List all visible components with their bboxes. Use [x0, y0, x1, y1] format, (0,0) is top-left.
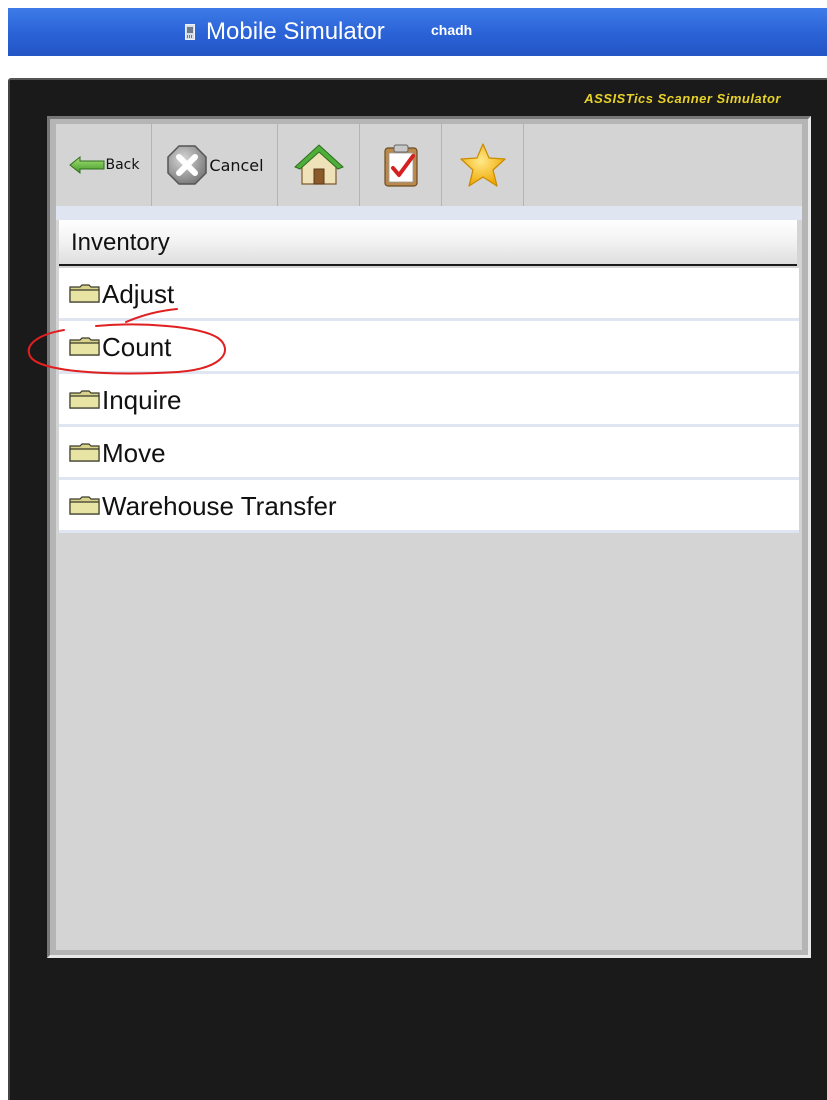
menu-item-move[interactable]: Move	[59, 427, 799, 480]
cancel-button[interactable]: Cancel	[152, 124, 278, 206]
menu-title: Inventory	[71, 229, 170, 256]
folder-icon	[69, 390, 100, 409]
folder-icon	[69, 496, 100, 515]
favorites-button[interactable]	[442, 124, 524, 206]
menu-item-label: Move	[102, 438, 166, 468]
menu-list: Adjust Count Inquire Move Warehouse Tran…	[59, 268, 799, 533]
star-icon	[459, 143, 506, 187]
window-titlebar: Mobile Simulator chadh	[8, 8, 827, 56]
menu-item-warehouse-transfer[interactable]: Warehouse Transfer	[59, 480, 799, 533]
cancel-x-icon	[167, 145, 208, 185]
toolbar: Back Cancel	[56, 124, 524, 206]
back-button[interactable]: Back	[56, 124, 152, 206]
menu-item-label: Adjust	[102, 279, 175, 309]
mobile-phone-icon	[185, 24, 195, 40]
cancel-label: Cancel	[209, 155, 264, 175]
device-brand-label: ASSISTics Scanner Simulator	[584, 91, 781, 106]
folder-icon	[69, 337, 100, 356]
menu-item-inquire[interactable]: Inquire	[59, 374, 799, 427]
username-label: chadh	[431, 22, 473, 38]
back-label: Back	[105, 157, 140, 173]
menu-item-label: Inquire	[102, 385, 182, 415]
home-button[interactable]	[278, 124, 360, 206]
home-icon	[293, 144, 344, 185]
menu-item-count[interactable]: Count	[59, 321, 799, 374]
menu-spacer	[56, 206, 802, 220]
menu-item-label: Warehouse Transfer	[102, 491, 337, 521]
folder-icon	[69, 284, 100, 303]
folder-icon	[69, 443, 100, 462]
scanner-screen: Back Cancel Inventory Adjust Count Inqui…	[56, 124, 802, 950]
menu-item-adjust[interactable]: Adjust	[59, 268, 799, 321]
back-arrow-icon	[68, 155, 104, 175]
app-title: Mobile Simulator	[206, 18, 385, 45]
clipboard-check-icon	[383, 144, 418, 187]
menu-item-label: Count	[102, 332, 172, 362]
tasks-button[interactable]	[360, 124, 442, 206]
menu-header: Inventory	[59, 220, 797, 266]
